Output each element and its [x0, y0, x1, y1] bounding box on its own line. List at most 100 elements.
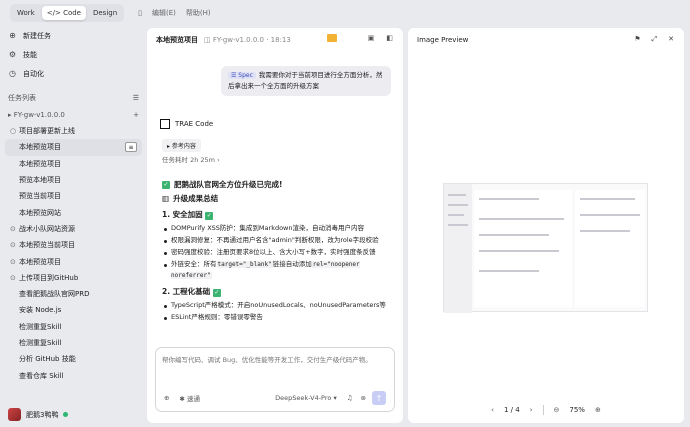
- task-status-icon: ○: [10, 127, 17, 136]
- task-status-icon: ⊙: [10, 273, 16, 282]
- check-icon: ✓: [212, 289, 221, 297]
- user-profile[interactable]: 肥鹅3鸭鸭: [8, 408, 69, 421]
- sidebar-item-new-task[interactable]: ⊕ 新建任务: [0, 26, 147, 45]
- thumb-line: [479, 270, 539, 272]
- thumb-line: [448, 214, 464, 216]
- sidebar-item-label: 新建任务: [23, 31, 51, 40]
- close-icon[interactable]: ✕: [668, 35, 674, 44]
- thumb-line: [580, 214, 640, 216]
- duration-text: 任务耗时 2h 25m: [162, 156, 215, 164]
- list-item: 密码强度校验：注册页要求8位以上、含大小写+数字，实时强度条反馈: [162, 247, 397, 258]
- task-item[interactable]: 检测重复Skill: [0, 335, 147, 351]
- zoom-out-icon[interactable]: ⊖: [554, 406, 560, 414]
- panel-icon[interactable]: ▣: [368, 34, 375, 42]
- task-item[interactable]: 本地预览项目: [0, 156, 147, 172]
- task-label: 安装 Node.js: [19, 306, 62, 315]
- add-task-icon[interactable]: +: [133, 111, 139, 119]
- thumb-main: [474, 190, 572, 307]
- pin-icon[interactable]: ⚑: [634, 35, 640, 44]
- mode-code-label: Code: [63, 9, 81, 17]
- image-preview-panel: Image Preview ⚑ ⤢ ✕ ‹ 1 / 4 › ⊖ 75% ⊕: [408, 28, 684, 423]
- sidebar-item-automation[interactable]: ◷ 自动化: [0, 64, 147, 83]
- send-button[interactable]: ↑: [372, 391, 386, 405]
- title-bar: Work </> Code Design ▯ 编辑(E) 帮助(H): [0, 0, 690, 26]
- item-text: 外链安全：所有: [171, 260, 217, 268]
- next-page-icon[interactable]: ›: [530, 406, 533, 414]
- task-label: 检测重复Skill: [19, 339, 62, 347]
- thumb-line: [448, 204, 468, 206]
- sidebar-item-label: 技能: [23, 50, 37, 59]
- zoom-in-icon[interactable]: ⊕: [595, 406, 601, 414]
- sidebar: ⊕ 新建任务 ⚙ 技能 ◷ 自动化 任务列表 ☰ ▸ FY-gw-v1.0.0.0 + …: [0, 26, 147, 427]
- split-view-icon[interactable]: ◧: [386, 34, 393, 42]
- task-status-icon: ⊙: [10, 224, 16, 233]
- thumb-line: [580, 230, 630, 232]
- preview-image: [443, 183, 648, 313]
- task-item[interactable]: ⊙ 上传项目到GitHub: [0, 270, 147, 286]
- list-item: DOMPurify XSS防护：集成到Markdown渲染，自动消毒用户内容: [162, 223, 397, 234]
- task-duration[interactable]: 任务耗时 2h 25m ›: [162, 154, 220, 164]
- mode-selector[interactable]: ✱ 速通: [179, 393, 200, 403]
- mode-design-tab[interactable]: Design: [88, 6, 122, 20]
- folder-icon[interactable]: [327, 34, 337, 42]
- project-folder[interactable]: ▸ FY-gw-v1.0.0.0 +: [0, 107, 147, 123]
- microphone-icon[interactable]: ♫: [347, 394, 353, 402]
- task-item[interactable]: ⊙ 本地预览当前项目: [0, 237, 147, 253]
- model-selector[interactable]: DeepSeek-V4-Pro ▾: [275, 394, 337, 402]
- prev-page-icon[interactable]: ‹: [491, 406, 494, 414]
- task-item[interactable]: 查看仓库 Skill: [0, 367, 147, 383]
- check-icon: ✓: [162, 180, 170, 189]
- thumb-line: [448, 224, 468, 226]
- chat-input-box: ⊕ ✱ 速通 DeepSeek-V4-Pro ▾ ♫ ⊛ ↑: [155, 347, 395, 412]
- task-label: 战术小队网站资源: [19, 224, 75, 233]
- thumb-line: [479, 218, 564, 220]
- task-item[interactable]: 预览本地项目: [0, 172, 147, 188]
- task-item[interactable]: 分析 GitHub 技能: [0, 351, 147, 367]
- task-item[interactable]: 查看肥鹅战队官网PRD: [0, 286, 147, 302]
- thumb-line: [580, 198, 635, 200]
- task-item[interactable]: 检测重复Skill: [0, 319, 147, 335]
- task-item[interactable]: 预览当前项目: [0, 188, 147, 204]
- task-item[interactable]: 本地预览网站: [0, 204, 147, 220]
- task-item[interactable]: 本地预览项目 ≡: [5, 139, 142, 156]
- reference-chip[interactable]: ▸ 参考内容: [162, 139, 201, 152]
- task-label: 本地预览当前项目: [19, 241, 75, 250]
- response-content: ✓ 肥鹅战队官网全方位升级已完成! ▥ 升级成果总结 1. 安全加固 ✓ DOMPu…: [162, 176, 397, 324]
- breadcrumb: ◫ FY-gw-v1.0.0.0 · 18:13: [204, 35, 291, 44]
- menu-help[interactable]: 帮助(H): [186, 8, 211, 18]
- section2-title: 2. 工程化基础: [162, 287, 211, 296]
- code-snippet: target="_blank": [216, 261, 273, 268]
- spec-tag: ☰ Spec: [228, 72, 256, 79]
- task-label: 查看肥鹅战队官网PRD: [19, 290, 90, 299]
- task-item[interactable]: 安装 Node.js: [0, 302, 147, 318]
- task-label: 本地预览项目: [19, 159, 61, 168]
- sidebar-toggle-icon[interactable]: ▯: [138, 9, 142, 17]
- menu-edit[interactable]: 编辑(E): [152, 8, 176, 18]
- chart-icon: ▥: [162, 194, 170, 203]
- sidebar-item-skills[interactable]: ⚙ 技能: [0, 45, 147, 64]
- task-item[interactable]: ⊙ 本地预览项目: [0, 253, 147, 269]
- thumb-line: [479, 234, 549, 236]
- user-message: ☰ Spec 我需要你对于当前项目进行全方面分析，然后拿出来一个全方面的升级方案: [221, 66, 391, 96]
- filter-icon[interactable]: ☰: [133, 94, 139, 102]
- task-label: 检测重复Skill: [19, 322, 62, 331]
- task-status-icon: ⊙: [10, 241, 16, 250]
- settings-icon[interactable]: ⊛: [361, 394, 366, 402]
- list-item: 权限漏洞修复：不再通过用户名含"admin"判断权限，改为role字段校验: [162, 235, 397, 246]
- sidebar-item-label: 自动化: [23, 69, 44, 78]
- task-list-header: 任务列表 ☰: [0, 89, 147, 107]
- new-task-icon: ⊕: [9, 31, 16, 40]
- avatar: [8, 408, 21, 421]
- project-name: ▸ FY-gw-v1.0.0.0: [8, 111, 65, 119]
- expand-icon[interactable]: ⤢: [652, 35, 658, 44]
- mode-switcher: Work </> Code Design: [10, 4, 125, 22]
- skills-icon: ⚙: [8, 50, 17, 59]
- chat-input[interactable]: [162, 354, 390, 374]
- add-icon[interactable]: ⊕: [164, 394, 169, 402]
- task-item[interactable]: ⊙ 战术小队网站资源: [0, 221, 147, 237]
- mode-code-tab[interactable]: </> Code: [41, 6, 86, 20]
- chat-header: 本地预览项目 ◫ FY-gw-v1.0.0.0 · 18:13: [147, 28, 403, 51]
- task-item[interactable]: ○ 项目部署更新上线: [0, 123, 147, 139]
- task-menu-icon[interactable]: ≡: [125, 142, 137, 153]
- mode-work-tab[interactable]: Work: [12, 6, 40, 20]
